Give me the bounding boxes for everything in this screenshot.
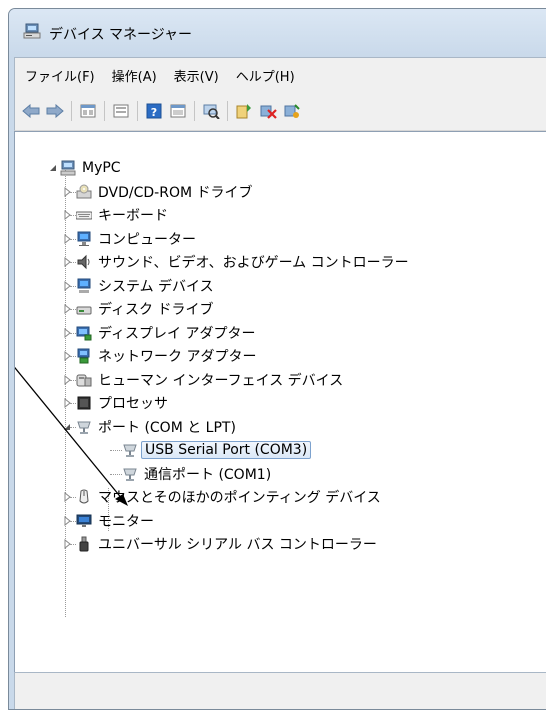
title-bar[interactable]: デバイス マネージャー [9,9,546,57]
tree-item-label: コンピューター [98,232,196,248]
tree-item[interactable]: ネットワーク アダプター [62,345,256,367]
mouse-icon [79,489,89,504]
tree-connector [70,496,76,498]
tree-connector [70,426,76,428]
usb-icon [79,536,89,552]
tree-item-label: DVD/CD-ROM ドライブ [98,185,253,201]
tree-connector [70,285,76,287]
tree-item-label: プロセッサ [98,396,168,412]
toolbar-separator [71,101,72,121]
toolbar-separator [137,101,138,121]
window-title: デバイス マネージャー [49,27,193,43]
tree-item[interactable]: モニター [62,510,154,532]
disable-device-icon[interactable] [258,101,278,121]
tree-item[interactable]: ヒューマン インターフェイス デバイス [62,369,343,391]
tree-connector [70,191,76,193]
processor-icon [77,396,91,410]
computer-icon [77,231,91,246]
monitor-icon [76,514,92,527]
tree-child-item[interactable]: 通信ポート (COM1) [110,463,271,485]
tree-item-label: キーボード [98,208,168,224]
tree-item-label: サウンド、ビデオ、およびゲーム コントローラー [98,255,409,271]
tree-item-label: ネットワーク アダプター [98,349,257,365]
tree-item[interactable]: ディスク ドライブ [62,298,213,320]
tree-item[interactable]: ポート (COM と LPT) [62,416,236,438]
disk-drive-icon [76,306,92,315]
svg-text:?: ? [151,106,157,119]
tree-item-label: システム デバイス [98,279,214,295]
help-icon[interactable]: ? [144,101,164,121]
toolbar-separator [104,101,105,121]
scan-hardware-icon[interactable] [201,101,221,121]
tree-item-label: ディスク ドライブ [98,302,214,318]
update-driver-icon[interactable] [234,101,254,121]
tree-item[interactable]: DVD/CD-ROM ドライブ [62,181,253,203]
port-icon [123,468,137,481]
port-icon [123,444,137,457]
tree-child-item[interactable]: USB Serial Port (COM3) [110,439,312,461]
tree-connector [70,332,76,334]
tree-connector [70,543,76,545]
tree-connector [70,379,76,381]
tree-child-label: USB Serial Port (COM3) [141,441,312,459]
speaker-icon [77,254,90,270]
dvd-drive-icon [76,184,92,199]
tree-item-label: ヒューマン インターフェイス デバイス [98,373,344,389]
tree-connector [110,473,122,475]
tree-root[interactable]: MyPC [48,157,121,179]
menu-action[interactable]: 操作(A) [105,66,164,85]
menu-bar: ファイル(F) 操作(A) 表示(V) ヘルプ(H) [14,57,546,92]
network-adapter-icon [77,348,90,364]
tree-connector [70,214,76,216]
show-hide-icon[interactable] [111,101,131,121]
tree-item[interactable]: ディスプレイ アダプター [62,322,255,344]
computer-icon [60,160,76,176]
tree-item[interactable]: システム デバイス [62,275,214,297]
device-tree: MyPC DVD/CD-ROM ドライブ キーボードコンピューターサウンド、ビデオ… [15,132,546,672]
tree-item[interactable]: サウンド、ビデオ、およびゲーム コントローラー [62,251,409,273]
tree-connector [70,238,76,240]
hid-icon [76,374,92,387]
uninstall-icon[interactable] [282,101,302,121]
menu-help[interactable]: ヘルプ(H) [229,66,302,85]
status-bar [14,672,546,709]
toolbar-separator [194,101,195,121]
device-manager-window: デバイス マネージャー ファイル(F) 操作(A) 表示(V) ヘルプ(H) ? [8,8,546,710]
toolbar-separator [227,101,228,121]
forward-icon[interactable] [45,101,65,121]
device-manager-icon [23,23,41,39]
tree-item-label: モニター [98,514,154,530]
keyboard-icon [76,211,92,220]
view-icon[interactable] [168,101,188,121]
tree-item[interactable]: コンピューター [62,228,196,250]
tree-root-label: MyPC [82,160,121,176]
tree-item-label: ポート (COM と LPT) [98,420,236,436]
menu-view[interactable]: 表示(V) [167,66,226,85]
system-device-icon [77,278,91,293]
tree-item-label: ディスプレイ アダプター [98,326,256,342]
display-adapter-icon [76,326,92,341]
tree-item[interactable]: ユニバーサル シリアル バス コントローラー [62,533,377,555]
tree-item[interactable]: マウスとそのほかのポインティング デバイス [62,486,381,508]
tree-item[interactable]: キーボード [62,204,168,226]
menu-file[interactable]: ファイル(F) [15,66,102,85]
tree-connector [110,449,122,451]
tree-connector [70,261,76,263]
properties-icon[interactable] [78,101,98,121]
tree-item[interactable]: プロセッサ [62,392,168,414]
device-tree-pane[interactable]: MyPC DVD/CD-ROM ドライブ キーボードコンピューターサウンド、ビデオ… [14,131,546,673]
port-icon [77,421,91,434]
tree-connector [70,308,76,310]
back-icon[interactable] [21,101,41,121]
tree-connector [70,355,76,357]
tree-item-label: ユニバーサル シリアル バス コントローラー [98,537,377,553]
tree-item-label: マウスとそのほかのポインティング デバイス [98,490,381,506]
tree-connector [70,520,76,522]
collapse-triangle-icon[interactable] [48,163,58,173]
toolbar: ? [14,92,546,131]
tree-child-label: 通信ポート (COM1) [144,467,272,483]
tree-connector [70,402,76,404]
